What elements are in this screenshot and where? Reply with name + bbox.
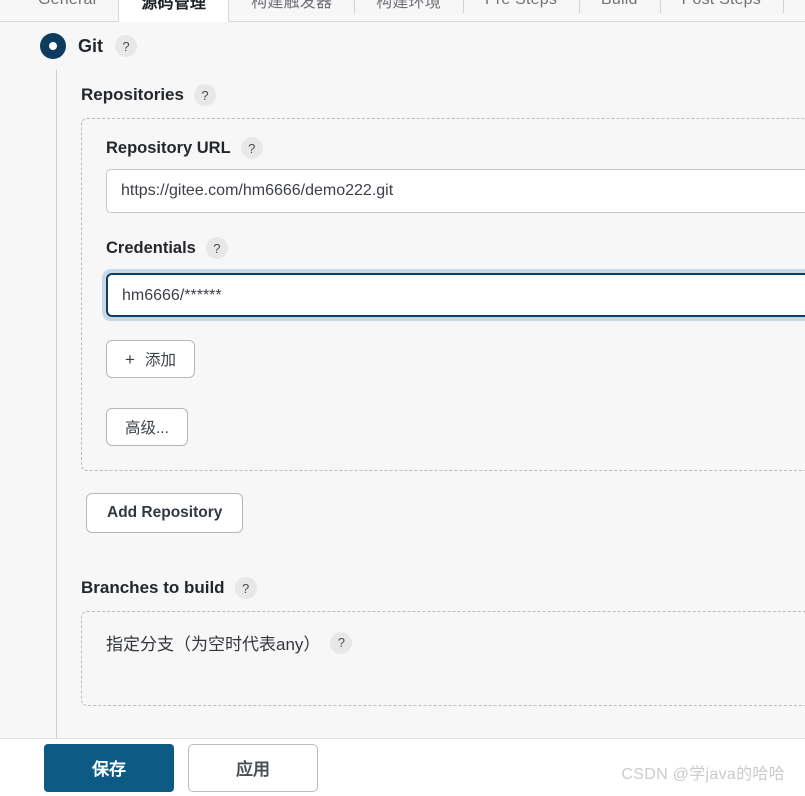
git-radio-label: Git (78, 35, 103, 56)
branches-title: Branches to build (81, 578, 225, 597)
advanced-button-label: 高级... (125, 420, 169, 437)
tab-build-environment-label: 构建环境 (376, 0, 441, 11)
tab-pre-steps-label: Pre Steps (485, 0, 557, 9)
tab-build-label: Build (601, 0, 638, 9)
tab-source-code-management-label: 源码管理 (141, 0, 207, 12)
add-credentials-label: 添加 (144, 352, 176, 369)
repositories-title-row: Repositories ? (81, 84, 805, 106)
save-button[interactable]: 保存 (44, 743, 174, 792)
tab-source-code-management[interactable]: 源码管理 (118, 0, 230, 22)
branch-specifier-label-row: 指定分支（为空时代表any） ? (106, 630, 805, 655)
git-radio-button[interactable] (40, 33, 66, 59)
repositories-title: Repositories (81, 85, 184, 104)
plus-icon: + (125, 349, 135, 369)
config-tab-bar: General 源码管理 构建触发器 构建环境 Pre Steps Build … (0, 0, 805, 22)
jenkins-job-config-screen: General 源码管理 构建触发器 构建环境 Pre Steps Build … (0, 0, 805, 796)
scm-git-radio-row[interactable]: Git ? (0, 22, 805, 64)
repository-url-label: Repository URL (106, 138, 231, 157)
help-icon-credentials[interactable]: ? (205, 237, 228, 259)
tab-build[interactable]: Build (579, 0, 660, 21)
tab-build-triggers-label: 构建触发器 (251, 0, 333, 11)
credentials-label: Credentials (106, 238, 196, 257)
tab-post-steps-label: Post Steps (682, 0, 761, 9)
repository-entry-box: Repository URL ? https://gitee.com/hm666… (81, 118, 805, 471)
branch-entry-box: 指定分支（为空时代表any） ? (81, 611, 805, 706)
help-icon-branches[interactable]: ? (234, 577, 257, 599)
watermark: CSDN @学java的哈哈 (621, 766, 785, 783)
credentials-select-wrapper: hm6666/****** (102, 269, 805, 321)
tab-pre-steps[interactable]: Pre Steps (462, 0, 579, 21)
help-icon-branch-specifier[interactable]: ? (330, 631, 353, 654)
help-icon-repository-url[interactable]: ? (240, 137, 263, 159)
tab-general-label: General (38, 0, 96, 9)
help-icon-git[interactable]: ? (115, 35, 137, 57)
add-repository-button[interactable]: Add Repository (86, 493, 244, 533)
help-icon-repositories[interactable]: ? (193, 84, 216, 106)
repository-url-label-row: Repository URL ? (106, 137, 805, 159)
add-repository-label: Add Repository (107, 504, 223, 521)
tab-build-settings[interactable]: 构建 (782, 0, 805, 21)
config-body: Git ? Repositories ? Repository URL ? ht… (0, 22, 805, 738)
branch-specifier-label: 指定分支（为空时代表any） (106, 635, 321, 654)
tab-build-triggers[interactable]: 构建触发器 (229, 0, 354, 21)
credentials-label-row: Credentials ? (106, 237, 805, 259)
credentials-select[interactable]: hm6666/****** (106, 273, 805, 317)
tab-build-environment[interactable]: 构建环境 (354, 0, 463, 21)
advanced-button[interactable]: 高级... (106, 408, 188, 446)
apply-button-label: 应用 (236, 760, 270, 779)
tab-general[interactable]: General (16, 0, 118, 21)
section-rail (56, 70, 57, 738)
apply-button[interactable]: 应用 (188, 743, 318, 792)
radio-selected-dot (49, 42, 57, 50)
branches-title-row: Branches to build ? (81, 577, 805, 599)
save-button-label: 保存 (92, 760, 126, 779)
tab-post-steps[interactable]: Post Steps (659, 0, 783, 21)
repository-url-input[interactable]: https://gitee.com/hm6666/demo222.git (106, 169, 805, 213)
add-credentials-button[interactable]: + 添加 (106, 340, 195, 378)
repositories-section: Repositories ? Repository URL ? https://… (81, 70, 805, 706)
